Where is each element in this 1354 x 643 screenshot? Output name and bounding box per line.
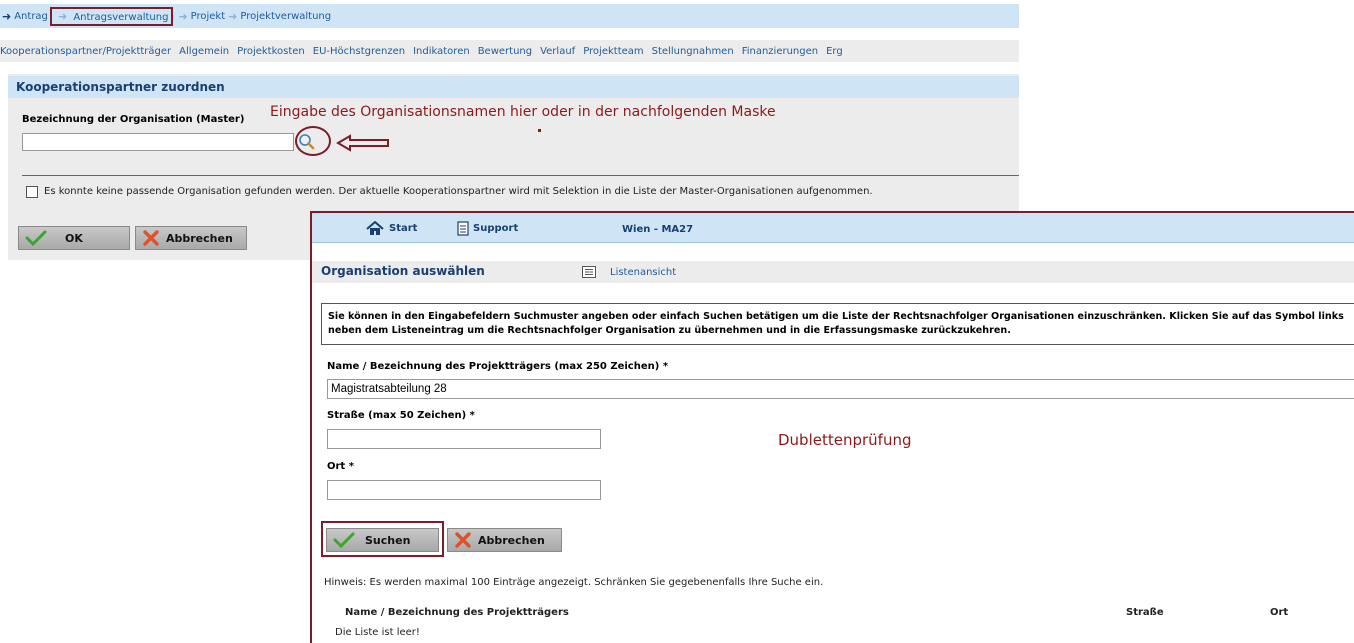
- search-label: Suchen: [365, 533, 411, 547]
- tab-eu-hoechstgrenzen[interactable]: EU-Höchstgrenzen: [313, 46, 405, 57]
- name-label: Name / Bezeichnung des Projektträgers (m…: [327, 361, 668, 372]
- arrow-right-icon: ➜: [178, 9, 188, 23]
- cancel-button[interactable]: Abbrechen: [135, 226, 247, 250]
- city-label: Ort *: [327, 461, 354, 472]
- required-mark: *: [662, 361, 669, 372]
- start-link[interactable]: Start: [366, 221, 417, 236]
- org-label: Bezeichnung der Organisation (Master): [22, 114, 245, 125]
- required-mark: *: [348, 461, 354, 472]
- location-label: Wien - MA27: [622, 224, 694, 235]
- dialog-cancel-button[interactable]: Abbrechen: [447, 528, 562, 552]
- city-input[interactable]: [327, 480, 601, 500]
- annotation-dot: [538, 129, 541, 132]
- checkmark-icon: [333, 532, 355, 548]
- ok-label: OK: [65, 231, 83, 245]
- city-label-text: Ort: [327, 461, 346, 472]
- list-view-icon[interactable]: [582, 266, 596, 281]
- info-box: Sie können in den Eingabefeldern Suchmus…: [321, 303, 1354, 345]
- empty-list-text: Die Liste ist leer!: [335, 627, 420, 638]
- dialog-cancel-label: Abbrechen: [478, 533, 545, 547]
- tab-bar: Kooperationspartner/Projektträger Allgem…: [0, 40, 1019, 62]
- cross-icon: [455, 532, 471, 548]
- breadcrumb-item-projekt[interactable]: Projekt: [191, 11, 226, 22]
- breadcrumb-item-antrag[interactable]: Antrag: [14, 11, 48, 22]
- cancel-label: Abbrechen: [166, 231, 233, 245]
- tab-bewertung[interactable]: Bewertung: [478, 46, 532, 57]
- hint-text: Hinweis: Es werden maximal 100 Einträge …: [324, 577, 824, 588]
- tab-stellungnahmen[interactable]: Stellungnahmen: [652, 46, 734, 57]
- column-header-name[interactable]: Name / Bezeichnung des Projektträgers: [345, 607, 569, 618]
- tab-kooperationspartner[interactable]: Kooperationspartner/Projektträger: [0, 46, 171, 57]
- ok-button[interactable]: OK: [18, 226, 130, 250]
- cross-icon: [143, 230, 159, 246]
- support-label: Support: [473, 223, 519, 234]
- dialog-header: Start Support Wien - MA27: [312, 213, 1354, 243]
- required-mark: *: [469, 410, 475, 421]
- no-match-label: Es konnte keine passende Organisation ge…: [44, 186, 873, 197]
- annotation-duplicate-check: Dublettenprüfung: [778, 431, 912, 449]
- street-label: Straße (max 50 Zeichen) *: [327, 410, 475, 421]
- breadcrumb: ➜ Antrag ➜ Antragsverwaltung ➜ Projekt ➜…: [0, 4, 1019, 28]
- name-label-text: Name / Bezeichnung des Projektträgers (m…: [327, 361, 660, 372]
- search-button[interactable]: Suchen: [326, 528, 439, 552]
- org-input[interactable]: [22, 133, 294, 151]
- street-input[interactable]: [327, 429, 601, 449]
- select-organisation-dialog: Start Support Wien - MA27 Organisation a…: [310, 211, 1354, 643]
- dialog-title: Organisation auswählen: [321, 264, 485, 278]
- name-input[interactable]: Magistratsabteilung 28: [327, 379, 1354, 399]
- tab-indikatoren[interactable]: Indikatoren: [413, 46, 470, 57]
- no-match-checkbox[interactable]: [26, 186, 38, 198]
- tab-verlauf[interactable]: Verlauf: [540, 46, 575, 57]
- panel-title: Kooperationspartner zuordnen: [8, 76, 1019, 98]
- divider: [22, 175, 1019, 176]
- checkmark-icon: [25, 230, 47, 246]
- breadcrumb-current-highlight: ➜ Antragsverwaltung: [49, 6, 174, 26]
- breadcrumb-item-projektverwaltung[interactable]: Projektverwaltung: [240, 11, 331, 22]
- arrow-right-icon: ➜: [228, 9, 238, 23]
- tab-finanzierungen[interactable]: Finanzierungen: [742, 46, 818, 57]
- tab-erg[interactable]: Erg: [826, 46, 843, 57]
- highlight-circle: [295, 126, 331, 156]
- breadcrumb-item-antragsverwaltung[interactable]: Antragsverwaltung: [73, 12, 168, 23]
- tab-allgemein[interactable]: Allgemein: [179, 46, 229, 57]
- arrow-right-icon: ➜: [57, 9, 68, 23]
- arrow-right-icon: ➜: [2, 9, 12, 23]
- tab-projektkosten[interactable]: Projektkosten: [237, 46, 305, 57]
- annotation-arrow-icon: [336, 134, 390, 155]
- support-link[interactable]: Support: [457, 221, 518, 236]
- tab-projektteam[interactable]: Projektteam: [583, 46, 643, 57]
- column-header-street[interactable]: Straße: [1126, 607, 1164, 618]
- street-label-text: Straße (max 50 Zeichen): [327, 410, 467, 421]
- annotation-input-hint: Eingabe des Organisationsnamen hier oder…: [270, 104, 776, 120]
- list-view-link[interactable]: Listenansicht: [610, 267, 676, 278]
- start-label: Start: [389, 223, 418, 234]
- document-icon: [457, 221, 469, 236]
- column-header-city[interactable]: Ort: [1270, 607, 1288, 618]
- home-icon: [366, 221, 384, 235]
